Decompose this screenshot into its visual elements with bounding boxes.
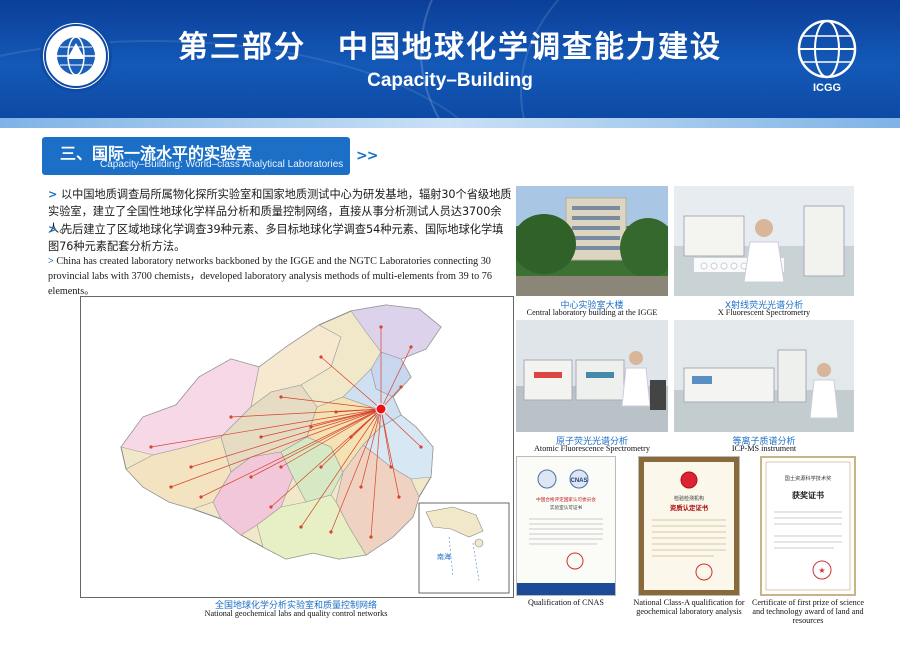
cert-caption: Qualification of CNAS xyxy=(528,598,604,607)
lab-node xyxy=(419,445,423,449)
section-subtitle: Capacity–Building: World–class Analytica… xyxy=(100,159,344,170)
lab-node xyxy=(349,435,353,439)
cert-class-a-title: 资质认定证书 xyxy=(670,503,709,512)
lab-node xyxy=(299,525,303,529)
photo-caption-en: X Fluorescent Spectrometry xyxy=(717,308,811,317)
lab-node xyxy=(269,505,273,509)
lab-network-map: 南海 xyxy=(80,296,514,598)
lab-node xyxy=(279,395,283,399)
photo-icpms-lab xyxy=(674,320,854,432)
lab-node xyxy=(369,535,373,539)
sea-label: 南海 xyxy=(437,552,451,561)
lab-node xyxy=(279,465,283,469)
section-arrow-icon: >> xyxy=(356,148,378,164)
paragraph-english: > China has created laboratory networks … xyxy=(48,254,512,299)
china-map: 南海 xyxy=(120,304,510,594)
lab-node xyxy=(199,495,203,499)
lab-node xyxy=(379,325,383,329)
lab-node xyxy=(319,465,323,469)
header-band xyxy=(0,118,900,128)
cert-cnas-subtitle: 实验室认可证书 xyxy=(550,504,583,511)
paragraph-text: China has created laboratory networks ba… xyxy=(48,256,492,297)
paragraph-text: 先后建立了区域地球化学调查39种元素、多目标地球化学调查54种元素、国际地球化学… xyxy=(48,223,504,253)
lab-node xyxy=(319,355,323,359)
lab-node xyxy=(229,415,233,419)
cnas-mark: CNAS xyxy=(570,478,587,484)
paragraph-methods: > 先后建立了区域地球化学调查39种元素、多目标地球化学调查54种元素、国际地球… xyxy=(48,221,512,255)
cert-caption: National Class-A qualification for geoch… xyxy=(633,598,745,616)
cert-cnas: CNAS 中国合格评定国家认可委员会 实验室认可证书 xyxy=(516,456,616,596)
page-subtitle: Capacity–Building xyxy=(367,70,533,91)
lab-node xyxy=(397,495,401,499)
cert-cnas-title: 中国合格评定国家认可委员会 xyxy=(536,496,596,503)
cert-award: 国土资源科学技术奖 获奖证书 ★ xyxy=(760,456,856,596)
lab-node xyxy=(399,385,403,389)
lab-node xyxy=(169,485,173,489)
lab-node xyxy=(334,410,338,414)
bullet-icon: > xyxy=(48,188,58,201)
page-title: 第三部分 中国地球化学调查能力建设 xyxy=(178,30,722,65)
cert-award-title: 获奖证书 xyxy=(791,490,824,500)
photo-caption-en: Atomic Fluorescence Spectrometry xyxy=(534,444,650,453)
photo-caption-en: Central laboratory building at the IGGE xyxy=(526,308,658,317)
lab-node xyxy=(189,465,193,469)
photo-lab-building xyxy=(516,186,668,296)
photo-caption-en: ICP-MS instrument xyxy=(731,444,797,453)
lab-node xyxy=(409,345,413,349)
lab-node xyxy=(329,530,333,534)
cert-class-a: 检验检测机构 资质认定证书 xyxy=(638,456,740,596)
lab-node xyxy=(359,485,363,489)
lab-node xyxy=(259,435,263,439)
lab-node xyxy=(249,475,253,479)
cert-award-header: 国土资源科学技术奖 xyxy=(785,474,832,482)
cert-caption: Certificate of first prize of science an… xyxy=(751,598,865,625)
photo-xrf-lab xyxy=(674,186,854,296)
lab-node xyxy=(389,465,393,469)
seal-star-icon: ★ xyxy=(818,566,825,575)
cert-class-a-subtitle: 检验检测机构 xyxy=(674,495,704,502)
hub-marker xyxy=(375,403,387,415)
map-caption-en: National geochemical labs and quality co… xyxy=(204,609,388,618)
lab-node xyxy=(149,445,153,449)
bullet-icon: > xyxy=(48,223,58,236)
photo-afs-lab xyxy=(516,320,668,432)
bullet-icon: > xyxy=(48,256,54,267)
